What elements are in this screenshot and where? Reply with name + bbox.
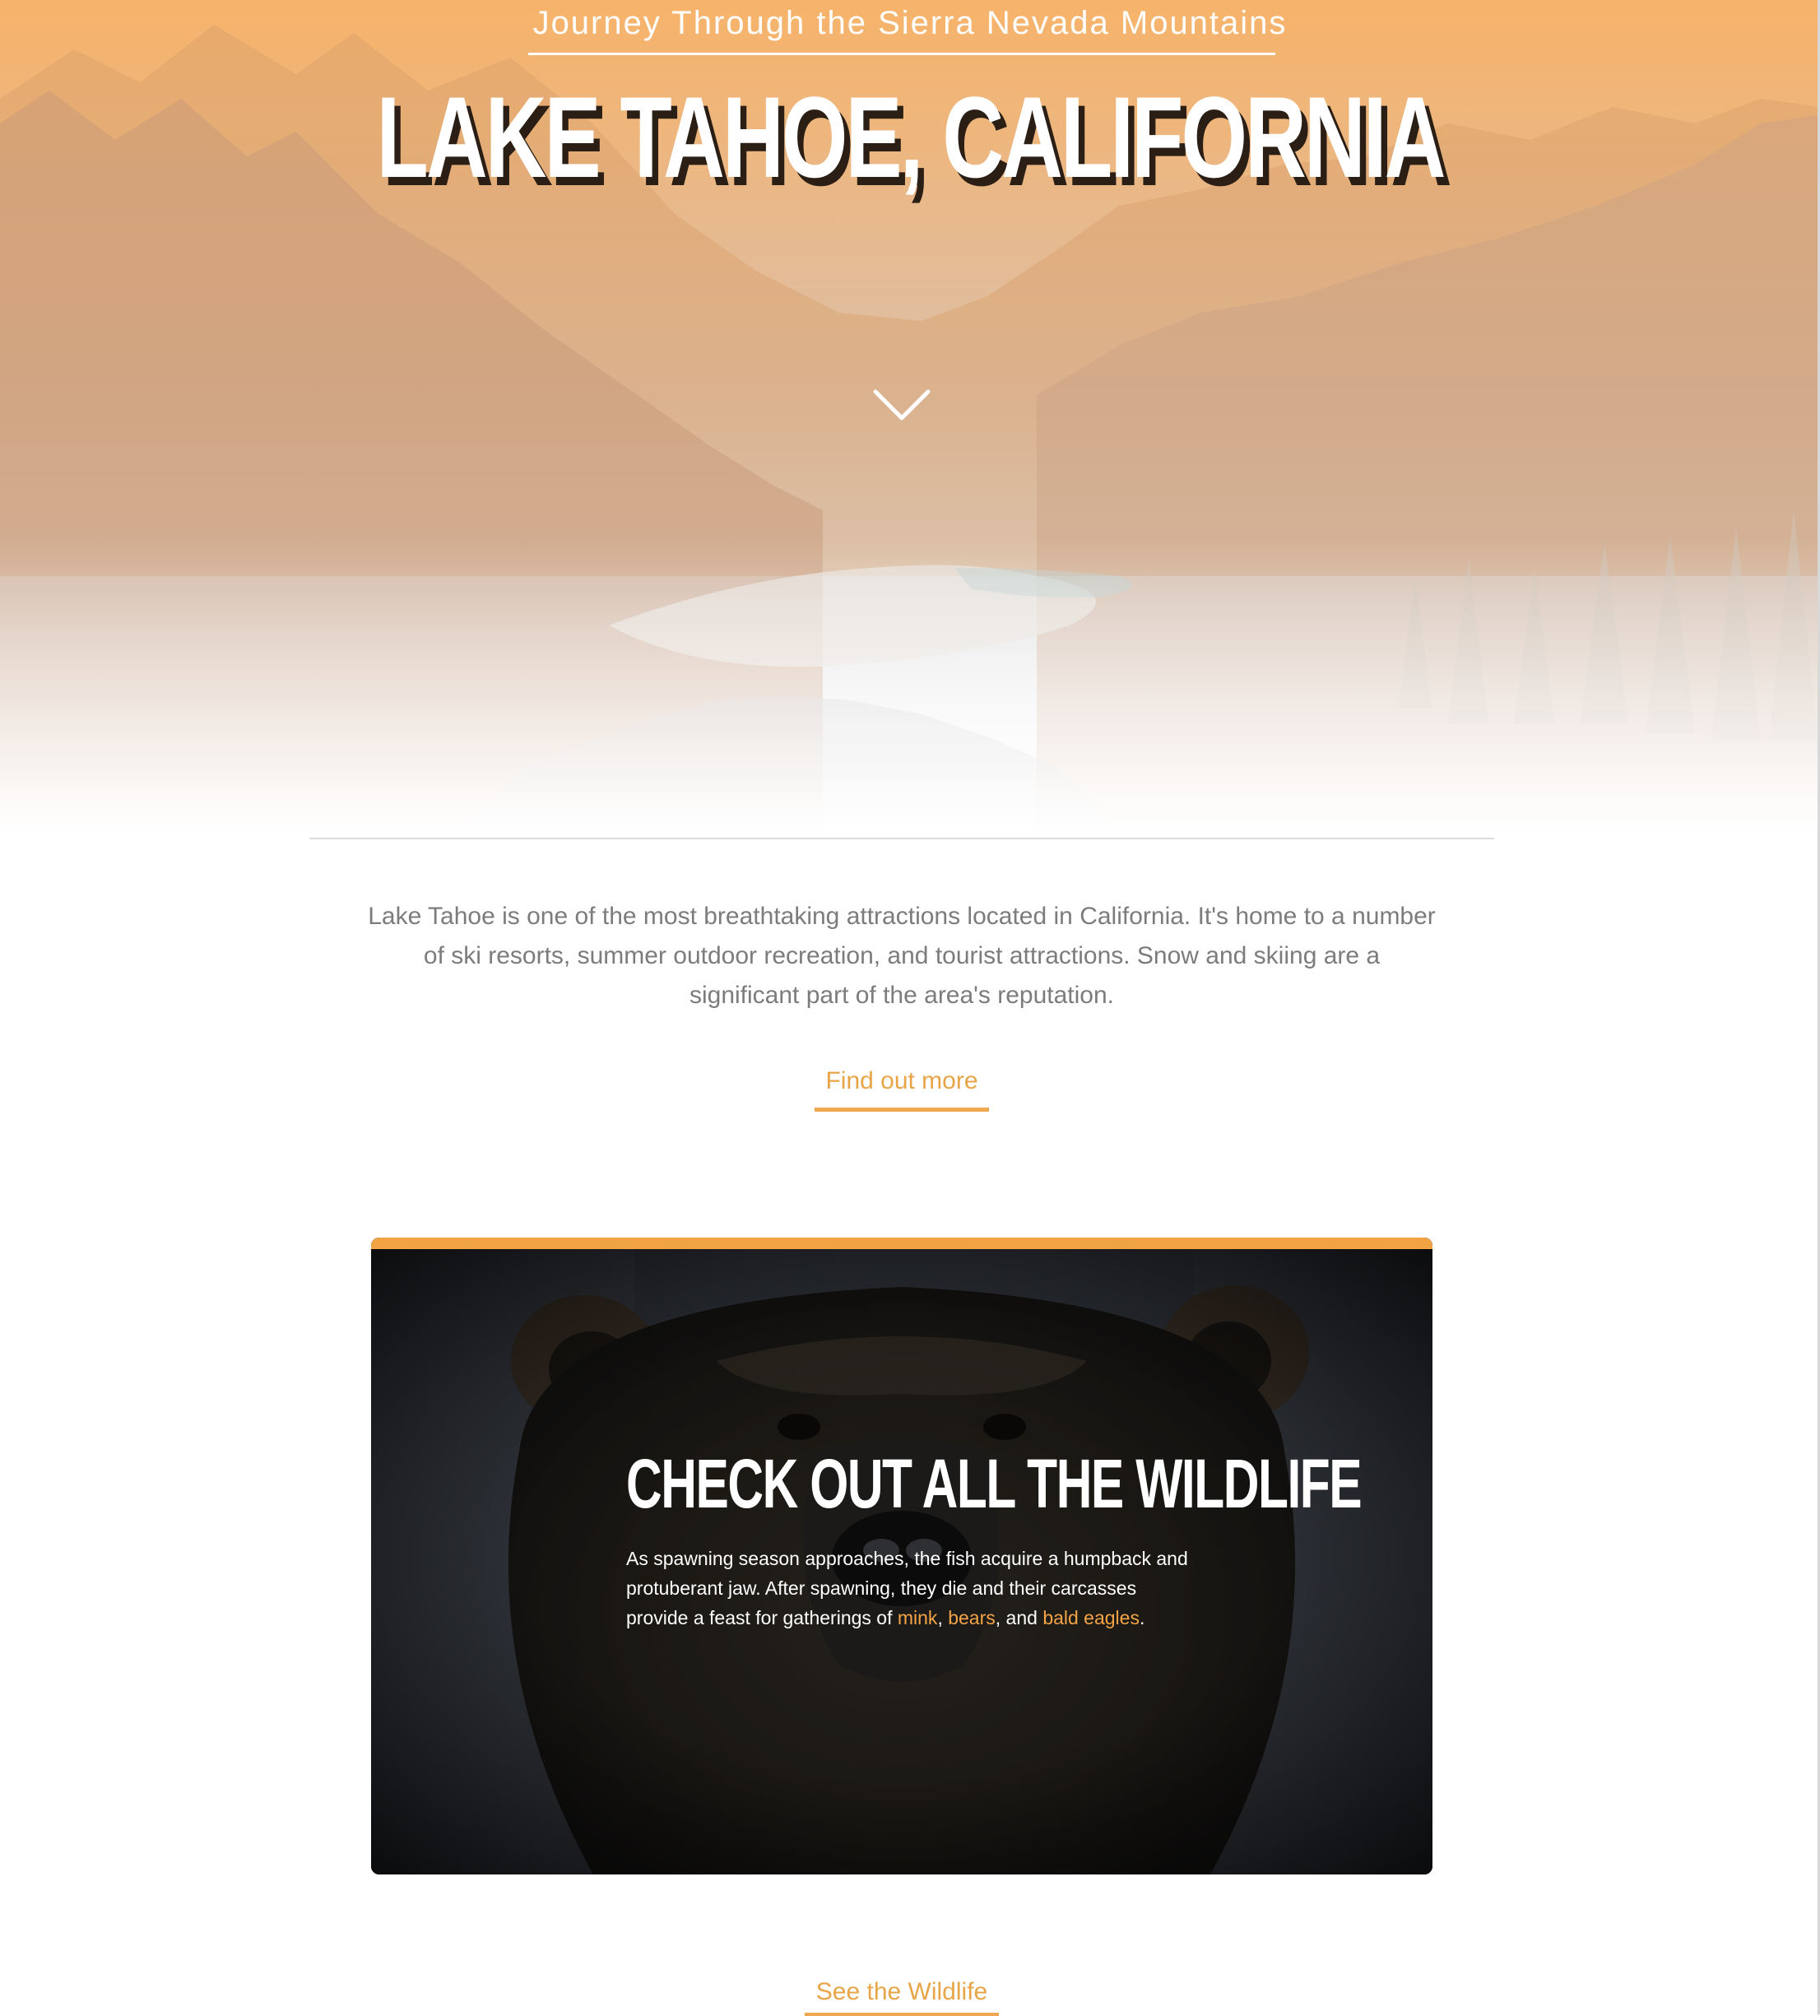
find-out-more-link[interactable]: Find out more [815, 1065, 989, 1112]
section-divider [309, 838, 1494, 839]
intro-paragraph: Lake Tahoe is one of the most breathtaki… [368, 903, 1436, 1009]
wildlife-card: CHECK OUT ALL THE WILDLIFE As spawning s… [371, 1238, 1432, 1874]
separator-comma: , [937, 1607, 943, 1628]
page-title: LAKE TAHOE, CALIFORNIA [376, 72, 1446, 202]
chevron-down-icon[interactable] [872, 388, 931, 425]
hero-subtitle-underline [528, 53, 1275, 55]
wildlife-description: As spawning season approaches, the fish … [626, 1544, 1202, 1633]
bears-link[interactable]: bears [948, 1607, 996, 1628]
separator-and: , and [995, 1607, 1038, 1628]
see-the-wildlife-link[interactable]: See the Wildlife [805, 1975, 999, 2016]
sentence-period: . [1139, 1607, 1145, 1628]
bald-eagles-link[interactable]: bald eagles [1042, 1607, 1140, 1628]
hero-section: Journey Through the Sierra Nevada Mounta… [0, 0, 1820, 831]
card-accent-bar [371, 1238, 1432, 1249]
wildlife-heading: CHECK OUT ALL THE WILDLIFE [626, 1445, 1363, 1522]
mink-link[interactable]: mink [898, 1607, 938, 1628]
hero-subtitle: Journey Through the Sierra Nevada Mounta… [532, 5, 1288, 41]
